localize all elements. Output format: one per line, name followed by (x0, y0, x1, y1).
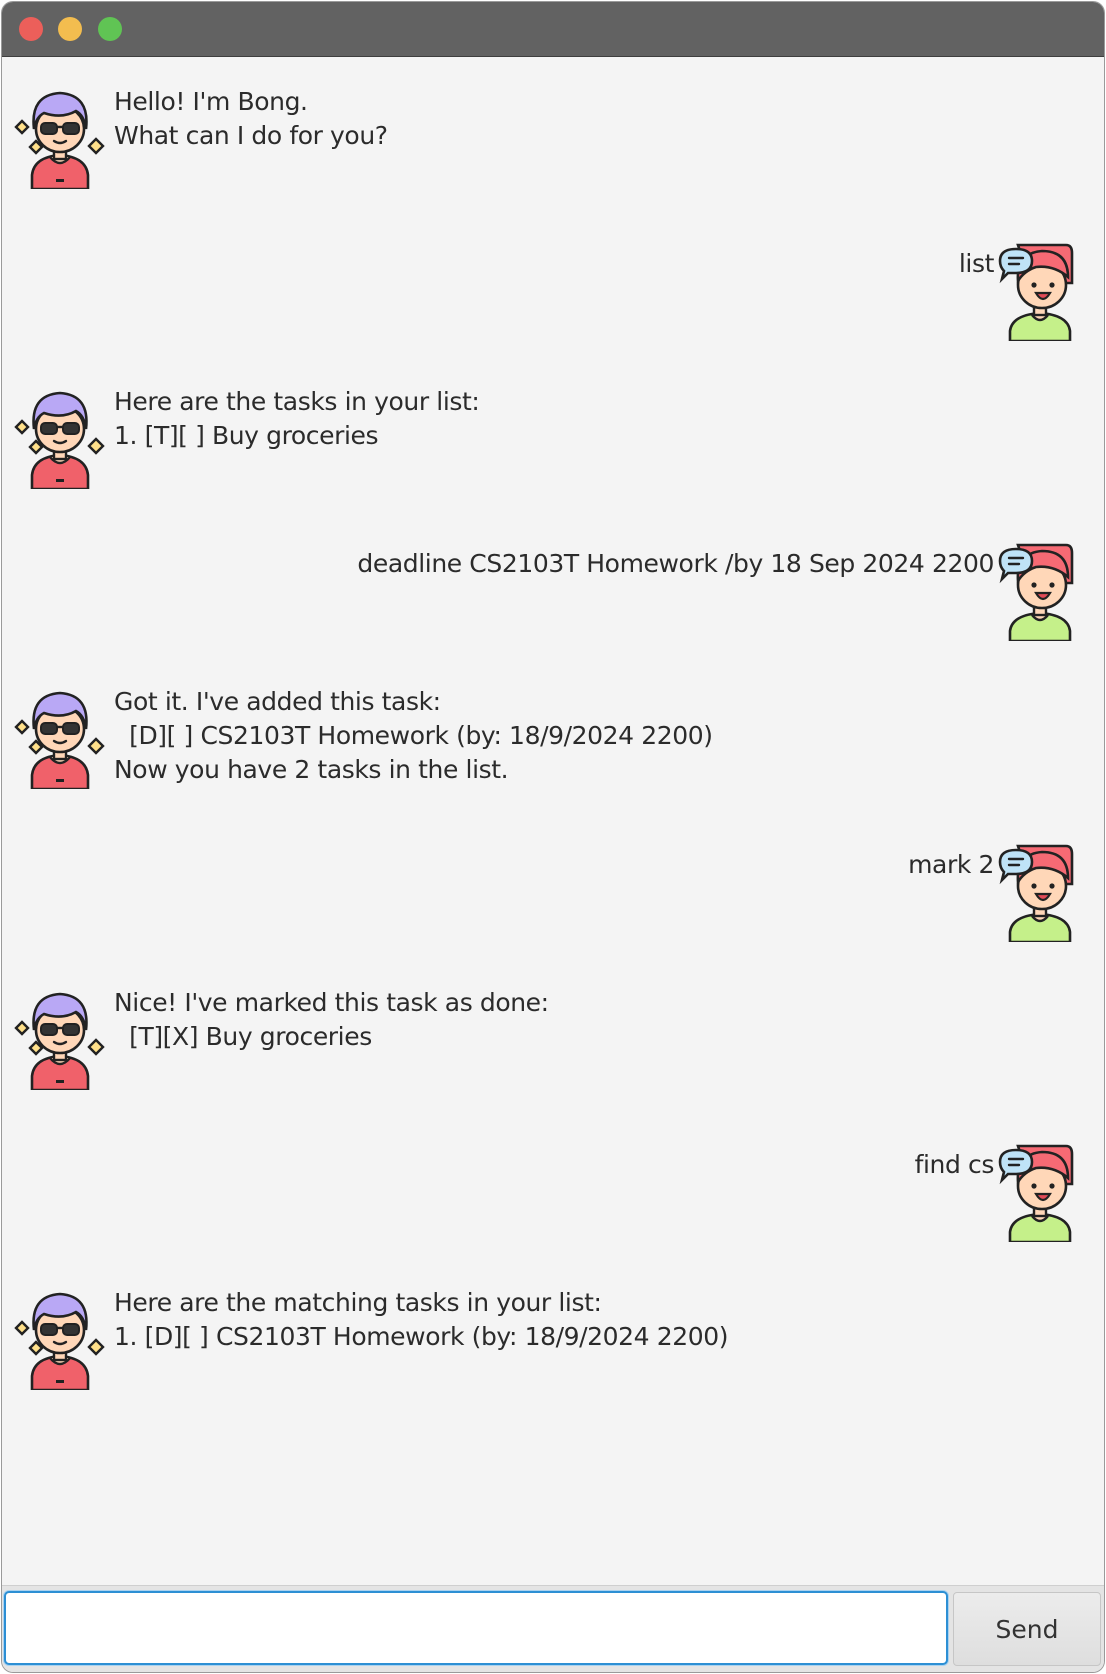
bong-dialog-box: Here are the tasks in your list: 1. [T][… (2, 357, 1104, 467)
user-message: mark 2 (908, 850, 994, 879)
bong-dialog-box: Got it. I've added this task: [D][ ] CS2… (2, 657, 1104, 767)
boy-with-sunglasses-avatar-icon (14, 1286, 106, 1390)
boy-with-sunglasses-avatar-icon (14, 385, 106, 489)
girl-with-speech-bubble-avatar-icon (998, 1138, 1090, 1242)
bong-message: Nice! I've marked this task as done: [T]… (114, 988, 549, 1051)
bong-dialog-box: Hello! I'm Bong. What can I do for you? (2, 57, 1104, 167)
bong-dialog-box: Here are the matching tasks in your list… (2, 1258, 1104, 1368)
user-message: find cs (914, 1150, 995, 1179)
bong-message: Hello! I'm Bong. What can I do for you? (114, 87, 388, 150)
user-dialog-box: mark 2 (2, 808, 1104, 918)
bong-dialog-box: Nice! I've marked this task as done: [T]… (2, 958, 1104, 1068)
user-dialog-box: deadline CS2103T Homework /by 18 Sep 202… (2, 507, 1104, 617)
user-message: list (958, 249, 995, 278)
bong-message: Here are the tasks in your list: 1. [T][… (114, 387, 480, 450)
boy-with-sunglasses-avatar-icon (14, 986, 106, 1090)
girl-with-speech-bubble-avatar-icon (998, 237, 1090, 341)
maximize-window-button[interactable] (98, 17, 122, 41)
title-bar (2, 2, 1104, 57)
app-window: Hello! I'm Bong. What can I do for you? … (2, 2, 1104, 1672)
user-message: deadline CS2103T Homework /by 18 Sep 202… (357, 549, 994, 578)
command-input[interactable] (4, 1591, 948, 1665)
bong-message: Got it. I've added this task: [D][ ] CS2… (114, 687, 713, 784)
girl-with-speech-bubble-avatar-icon (998, 537, 1090, 641)
bong-message: Here are the matching tasks in your list… (114, 1288, 729, 1351)
boy-with-sunglasses-avatar-icon (14, 685, 106, 789)
send-button[interactable]: Send (953, 1592, 1101, 1666)
input-bar: Send (2, 1585, 1104, 1672)
minimize-window-button[interactable] (58, 17, 82, 41)
close-window-button[interactable] (19, 17, 43, 41)
girl-with-speech-bubble-avatar-icon (998, 838, 1090, 942)
user-dialog-box: find cs (2, 1108, 1104, 1218)
boy-with-sunglasses-avatar-icon (14, 85, 106, 189)
dialog-container[interactable]: Hello! I'm Bong. What can I do for you? … (2, 57, 1104, 1585)
user-dialog-box: list (2, 207, 1104, 317)
